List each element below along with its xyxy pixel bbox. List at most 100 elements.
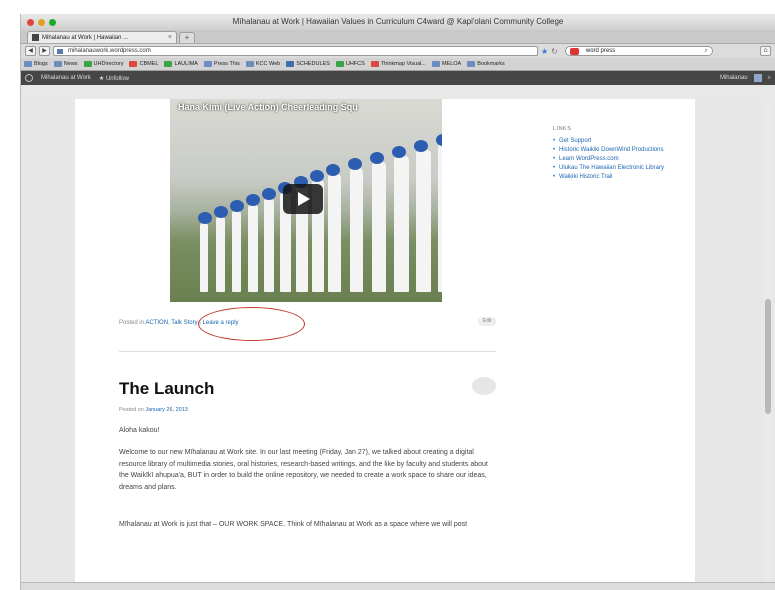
bookmark-laulima[interactable]: LAULIMA xyxy=(164,61,198,67)
site-icon xyxy=(245,61,254,67)
bookmark-cbmel[interactable]: CBMEL xyxy=(129,61,158,67)
site-icon xyxy=(203,61,212,67)
search-icon[interactable]: ⌕ xyxy=(705,47,708,56)
bookmarks-bar: Blogs News UHDirectory CBMEL LAULIMA Pre… xyxy=(21,58,775,71)
sidebar-link[interactable]: Historic Waikiki DownWind Productions xyxy=(553,146,673,155)
pom-pom-icon xyxy=(198,212,212,224)
sidebar-link[interactable]: Ulukau The Hawaiian Electronic Library xyxy=(553,164,673,173)
wordpress-admin-bar: Mihalanau at Work ★ Unfollow Mihalanau ⌕ xyxy=(21,71,775,85)
category-link[interactable]: ACTION xyxy=(145,320,168,326)
admin-search-icon[interactable]: ⌕ xyxy=(768,75,771,82)
embedded-video[interactable]: Hana Kimi (Live Action) Cheerleading Squ xyxy=(170,99,442,302)
url-bar[interactable]: mihalanauwork.wordpress.com xyxy=(53,46,538,56)
post-title[interactable]: The Launch xyxy=(119,379,214,399)
pom-pom-icon xyxy=(436,134,442,146)
post-date-link[interactable]: January 26, 2013 xyxy=(145,407,188,413)
cheerleader-figure xyxy=(328,174,341,292)
sidebar-link-list: Get Support Historic Waikiki DownWind Pr… xyxy=(553,137,673,182)
bookmarks-icon xyxy=(467,61,476,67)
pom-pom-icon xyxy=(392,146,406,158)
bookmark-thinkmap[interactable]: Thinkmap Visual... xyxy=(370,61,426,67)
highlight-annotation-circle xyxy=(198,307,305,341)
cheerleader-figure xyxy=(372,162,386,292)
folder-icon xyxy=(53,61,62,67)
edit-button[interactable]: Edit xyxy=(478,317,496,326)
bookmark-blogs[interactable]: Blogs xyxy=(24,61,48,67)
forward-button[interactable]: ▶ xyxy=(39,46,50,56)
page-viewport: Hana Kimi (Live Action) Cheerleading Squ… xyxy=(21,99,775,590)
search-bar[interactable]: word press ⌕ xyxy=(564,46,713,56)
pom-pom-icon xyxy=(230,200,244,212)
site-identity-icon xyxy=(57,49,63,54)
cheerleader-figure xyxy=(200,222,208,292)
sidebar-heading: LINKS xyxy=(553,126,572,132)
tag-link[interactable]: Talk Story xyxy=(171,320,197,326)
pom-pom-icon xyxy=(414,140,428,152)
site-icon xyxy=(431,61,440,67)
bookmark-uhdirectory[interactable]: UHDirectory xyxy=(83,61,123,67)
bookmark-press-this[interactable]: Press This xyxy=(203,61,240,67)
cheerleader-figure xyxy=(232,210,242,292)
tab-label: Mihalanau at Work | Hawaiian ... xyxy=(42,34,129,41)
back-button[interactable]: ◀ xyxy=(25,46,36,56)
pom-pom-icon xyxy=(262,188,276,200)
vertical-scrollbar[interactable] xyxy=(764,99,772,590)
cheerleader-figure xyxy=(394,156,409,292)
site-icon xyxy=(370,61,379,67)
admin-site-link[interactable]: Mihalanau at Work xyxy=(41,75,91,81)
video-title[interactable]: Hana Kimi (Live Action) Cheerleading Squ xyxy=(178,102,358,112)
uh-icon xyxy=(83,61,92,67)
pom-pom-icon xyxy=(370,152,384,164)
avatar[interactable] xyxy=(753,74,762,82)
bookmarks-menu[interactable]: Bookmarks xyxy=(467,61,505,67)
search-engine-icon[interactable] xyxy=(569,48,579,55)
folder-icon xyxy=(286,61,295,67)
home-button[interactable]: ⌂ xyxy=(760,46,771,56)
post-divider xyxy=(119,351,496,352)
cheerleader-figure xyxy=(416,150,432,292)
admin-user-link[interactable]: Mihalanau xyxy=(720,75,748,81)
window-title: Mīhalanau at Work | Hawaiian Values in C… xyxy=(232,17,564,26)
pom-pom-icon xyxy=(310,170,324,182)
play-icon[interactable] xyxy=(283,184,323,214)
sidebar-link[interactable]: Waikiki Historic Trail xyxy=(553,173,673,182)
blog-page: Hana Kimi (Live Action) Cheerleading Squ… xyxy=(75,99,695,590)
site-favicon-icon xyxy=(32,34,39,41)
sidebar-link[interactable]: Get Support xyxy=(553,137,673,146)
bookmark-news[interactable]: News xyxy=(53,61,78,67)
post-paragraph-1: Aloha kakou! xyxy=(119,427,160,434)
bookmark-star-icon[interactable]: ★ xyxy=(541,47,548,56)
site-icon xyxy=(129,61,138,67)
bookmark-meloa[interactable]: MELOA xyxy=(431,61,461,67)
sidebar-links-widget: LINKS Get Support Historic Waikiki DownW… xyxy=(553,126,673,182)
browser-window: Mīhalanau at Work | Hawaiian Values in C… xyxy=(20,14,775,590)
search-input[interactable]: word press xyxy=(586,48,615,54)
bookmark-uhfcs[interactable]: UHFCS xyxy=(335,61,365,67)
horizontal-scrollbar[interactable] xyxy=(21,582,775,590)
post-paragraph-3: Mīhalanau at Work is just that – OUR WOR… xyxy=(119,521,468,528)
site-icon xyxy=(164,61,173,67)
comment-bubble-icon[interactable] xyxy=(472,377,496,395)
tab-close-icon[interactable]: × xyxy=(168,34,172,41)
post-paragraph-2: Welcome to our new Mīhalanau at Work sit… xyxy=(119,449,488,491)
tab-active[interactable]: Mihalanau at Work | Hawaiian ... × xyxy=(27,31,177,43)
pom-pom-icon xyxy=(326,164,340,176)
pom-pom-icon xyxy=(246,194,260,206)
cheerleader-figure xyxy=(216,216,225,292)
bookmark-kcc-web[interactable]: KCC Web xyxy=(245,61,280,67)
bookmark-schedules[interactable]: SCHEDULES xyxy=(286,61,330,67)
post-date-line: Posted on January 26, 2013 xyxy=(119,407,188,413)
reload-icon[interactable]: ↻ xyxy=(551,47,558,56)
pom-pom-icon xyxy=(214,206,228,218)
unfollow-link[interactable]: ★ Unfollow xyxy=(99,75,129,82)
cheerleader-figure xyxy=(438,144,442,292)
cheerleader-figure xyxy=(248,204,258,292)
folder-icon xyxy=(24,61,32,67)
pom-pom-icon xyxy=(348,158,362,170)
title-bar: Mīhalanau at Work | Hawaiian Values in C… xyxy=(21,14,775,30)
sidebar-link[interactable]: Learn WordPress.com xyxy=(553,155,673,164)
tab-bar: Mihalanau at Work | Hawaiian ... × + xyxy=(21,30,775,44)
wordpress-logo-icon[interactable] xyxy=(25,74,33,82)
scroll-thumb[interactable] xyxy=(765,299,771,414)
new-tab-button[interactable]: + xyxy=(179,32,195,43)
